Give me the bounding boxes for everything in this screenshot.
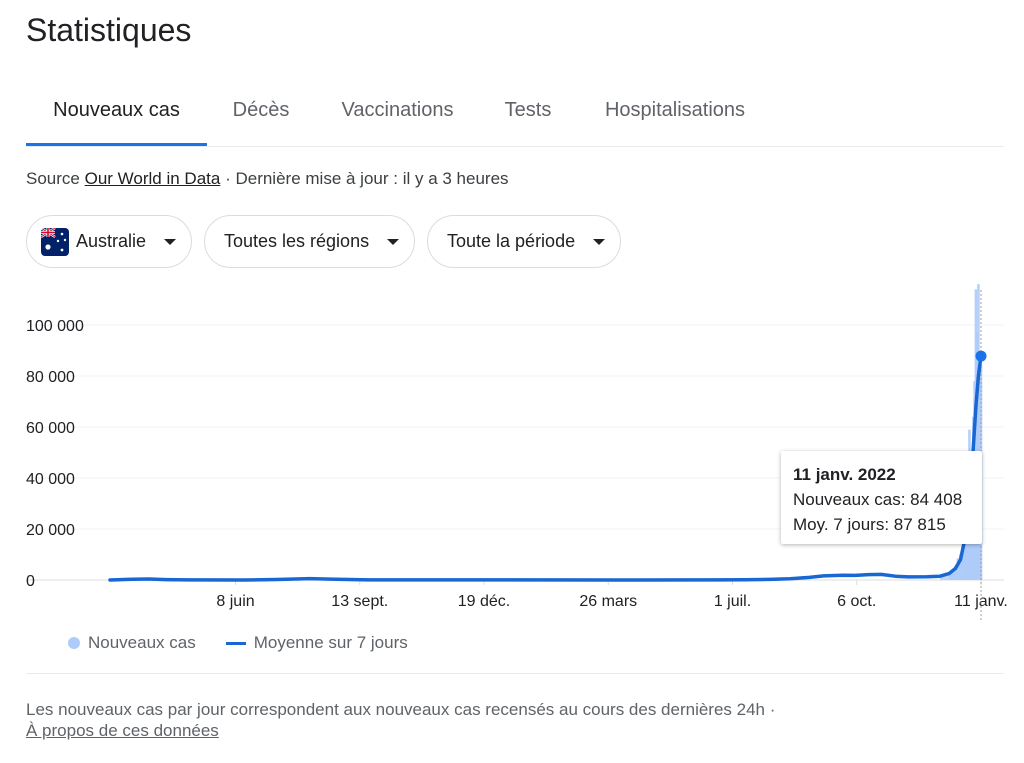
y-tick-label: 0 — [26, 573, 35, 590]
tab-deces[interactable]: Décès — [207, 84, 315, 146]
tab-vaccinations[interactable]: Vaccinations — [315, 84, 480, 146]
y-tick-label: 40 000 — [26, 471, 75, 488]
legend-bars-swatch — [68, 637, 80, 649]
legend-line-swatch — [225, 641, 246, 645]
country-dropdown[interactable]: Australie — [26, 215, 192, 268]
about-data-link[interactable]: À propos de ces données — [26, 721, 219, 740]
tooltip-new-cases: Nouveaux cas: 84 408 — [793, 490, 963, 509]
x-tick-label: 13 sept. — [331, 593, 388, 610]
tab-bar: Nouveaux cas Décès Vaccinations Tests Ho… — [26, 84, 1004, 147]
x-tick-label: 26 mars — [579, 593, 637, 610]
country-label: Australie — [76, 231, 147, 251]
tab-tests[interactable]: Tests — [480, 84, 576, 146]
tooltip-date: 11 janv. 2022 — [793, 465, 896, 484]
divider — [26, 673, 1004, 674]
x-tick-label: 8 juin — [216, 593, 254, 610]
period-label: Toute la période — [447, 231, 576, 251]
australia-flag-icon — [41, 227, 69, 256]
region-dropdown[interactable]: Toutes les régions — [204, 215, 415, 268]
page-title: Statistiques — [26, 12, 192, 48]
caret-down-icon — [164, 238, 177, 245]
footnote-text: Les nouveaux cas par jour correspondent … — [26, 700, 776, 719]
source-link[interactable]: Our World in Data — [85, 169, 221, 188]
legend-line-label: Moyenne sur 7 jours — [253, 633, 408, 652]
caret-down-icon — [593, 238, 606, 245]
x-tick-label: 1 juil. — [714, 593, 751, 610]
chart-tooltip: 11 janv. 2022 Nouveaux cas: 84 408 Moy. … — [781, 451, 982, 544]
highlight-point — [975, 350, 987, 362]
source-line: Source Our World in Data · Dernière mise… — [26, 169, 509, 189]
tab-hospitalisations[interactable]: Hospitalisations — [576, 84, 774, 146]
x-tick-label: 6 oct. — [837, 593, 876, 610]
y-tick-label: 80 000 — [26, 369, 75, 386]
source-prefix: Source — [26, 169, 80, 188]
tab-nouveaux-cas[interactable]: Nouveaux cas — [26, 84, 207, 146]
chart-legend: Nouveaux cas Moyenne sur 7 jours — [68, 633, 408, 653]
y-tick-label: 100 000 — [26, 318, 84, 335]
period-dropdown[interactable]: Toute la période — [427, 215, 621, 268]
region-label: Toutes les régions — [224, 231, 370, 251]
y-tick-label: 60 000 — [26, 420, 75, 437]
tooltip-average: Moy. 7 jours: 87 815 — [793, 515, 946, 534]
y-tick-label: 20 000 — [26, 522, 75, 539]
footnote: Les nouveaux cas par jour correspondent … — [26, 699, 775, 741]
legend-bars-label: Nouveaux cas — [88, 633, 196, 652]
x-tick-label: 19 déc. — [458, 593, 510, 610]
caret-down-icon — [387, 238, 400, 245]
last-updated: · Dernière mise à jour : il y a 3 heures — [225, 169, 509, 188]
